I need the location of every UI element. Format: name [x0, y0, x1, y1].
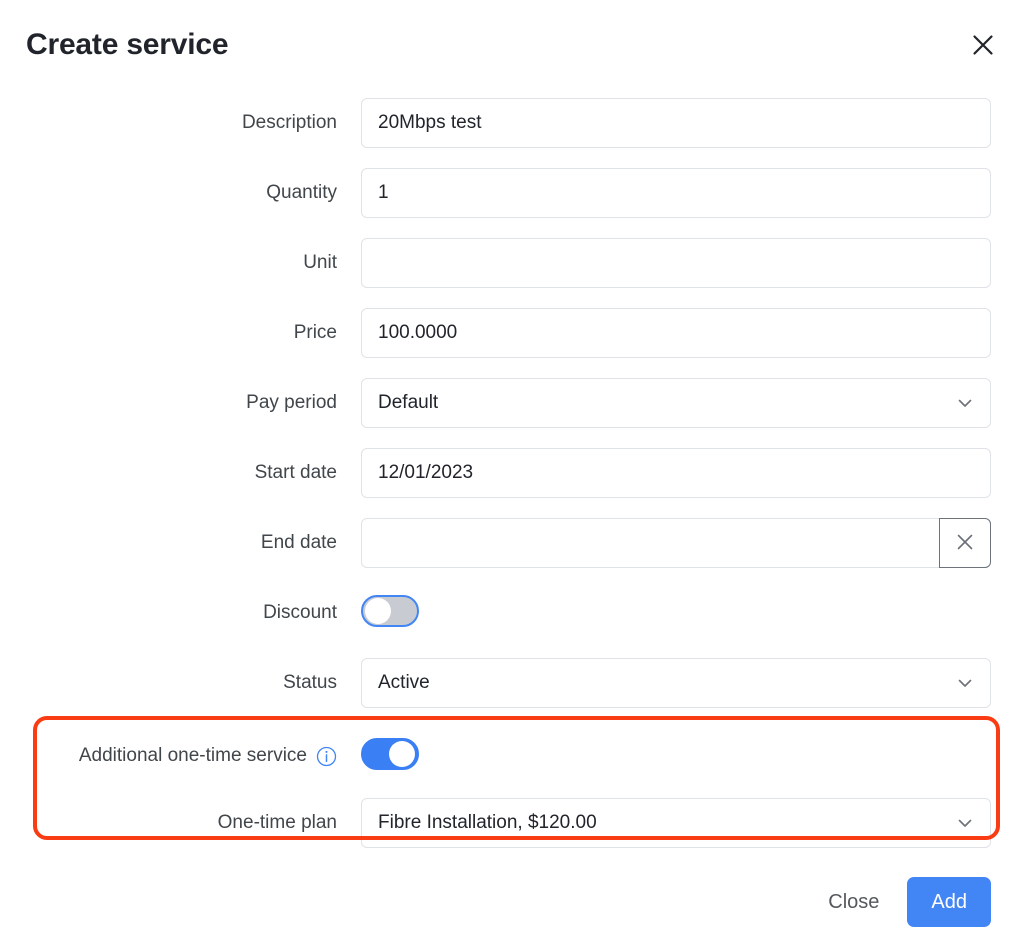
chevron-down-icon [954, 672, 976, 694]
one-time-plan-value: Fibre Installation, $120.00 [378, 798, 974, 848]
status-label: Status [0, 671, 337, 695]
one-time-plan-field-wrap: Fibre Installation, $120.00 [361, 798, 991, 848]
price-input[interactable]: 100.0000 [361, 308, 991, 358]
unit-label: Unit [0, 251, 337, 275]
page-title: Create service [26, 26, 228, 64]
quantity-label: Quantity [0, 181, 337, 205]
pay-period-label: Pay period [0, 391, 337, 415]
form-row-discount: Discount [0, 578, 1024, 648]
form-row-status: Status Active [0, 648, 1024, 718]
additional-one-time-service-label: Additional one-time service [79, 744, 307, 768]
form-row-start-date: Start date 12/01/2023 [0, 438, 1024, 508]
form-row-one-time-plan: One-time plan Fibre Installation, $120.0… [0, 788, 1024, 858]
form-row-quantity: Quantity 1 [0, 158, 1024, 228]
form-row-description: Description 20Mbps test [0, 88, 1024, 158]
start-date-label: Start date [0, 461, 337, 485]
end-date-label: End date [0, 531, 337, 555]
description-label: Description [0, 111, 337, 135]
discount-field-wrap [361, 595, 991, 632]
pay-period-value: Default [378, 378, 974, 428]
dialog-footer: Close Add [0, 858, 1024, 946]
clear-icon [953, 530, 977, 557]
end-date-input[interactable] [361, 518, 991, 568]
description-value: 20Mbps test [378, 98, 974, 148]
add-button[interactable]: Add [907, 877, 991, 927]
status-select[interactable]: Active [361, 658, 991, 708]
pay-period-select[interactable]: Default [361, 378, 991, 428]
end-date-clear-button[interactable] [939, 518, 991, 568]
close-button[interactable] [964, 26, 1002, 64]
dialog-header: Create service [0, 0, 1024, 88]
chevron-down-icon [954, 812, 976, 834]
form-row-end-date: End date [0, 508, 1024, 578]
end-date-field-wrap [361, 518, 991, 568]
description-field-wrap: 20Mbps test [361, 98, 991, 148]
quantity-value: 1 [378, 168, 974, 218]
pay-period-field-wrap: Default [361, 378, 991, 428]
create-service-form: Description 20Mbps test Quantity 1 Unit … [0, 88, 1024, 858]
quantity-input[interactable]: 1 [361, 168, 991, 218]
form-row-pay-period: Pay period Default [0, 368, 1024, 438]
start-date-value: 12/01/2023 [378, 448, 974, 498]
status-value: Active [378, 658, 974, 708]
additional-one-time-service-toggle-knob [389, 741, 415, 767]
form-row-unit: Unit [0, 228, 1024, 298]
start-date-input[interactable]: 12/01/2023 [361, 448, 991, 498]
price-field-wrap: 100.0000 [361, 308, 991, 358]
close-icon [968, 30, 998, 60]
price-label: Price [0, 321, 337, 345]
discount-toggle-knob [365, 598, 391, 624]
one-time-plan-select[interactable]: Fibre Installation, $120.00 [361, 798, 991, 848]
discount-toggle[interactable] [361, 595, 419, 627]
unit-input[interactable] [361, 238, 991, 288]
status-field-wrap: Active [361, 658, 991, 708]
unit-field-wrap [361, 238, 991, 288]
info-icon[interactable] [316, 746, 337, 767]
one-time-plan-label: One-time plan [0, 811, 337, 835]
close-dialog-button[interactable]: Close [824, 881, 883, 923]
chevron-down-icon [954, 392, 976, 414]
additional-one-time-service-toggle[interactable] [361, 738, 419, 770]
form-row-price: Price 100.0000 [0, 298, 1024, 368]
discount-label: Discount [0, 601, 337, 625]
form-row-additional-one-time-service: Additional one-time service [0, 724, 1024, 788]
start-date-field-wrap: 12/01/2023 [361, 448, 991, 498]
quantity-field-wrap: 1 [361, 168, 991, 218]
additional-one-time-service-toggle-wrap [361, 738, 991, 775]
additional-one-time-service-label-group: Additional one-time service [0, 744, 337, 768]
price-value: 100.0000 [378, 308, 974, 358]
description-input[interactable]: 20Mbps test [361, 98, 991, 148]
